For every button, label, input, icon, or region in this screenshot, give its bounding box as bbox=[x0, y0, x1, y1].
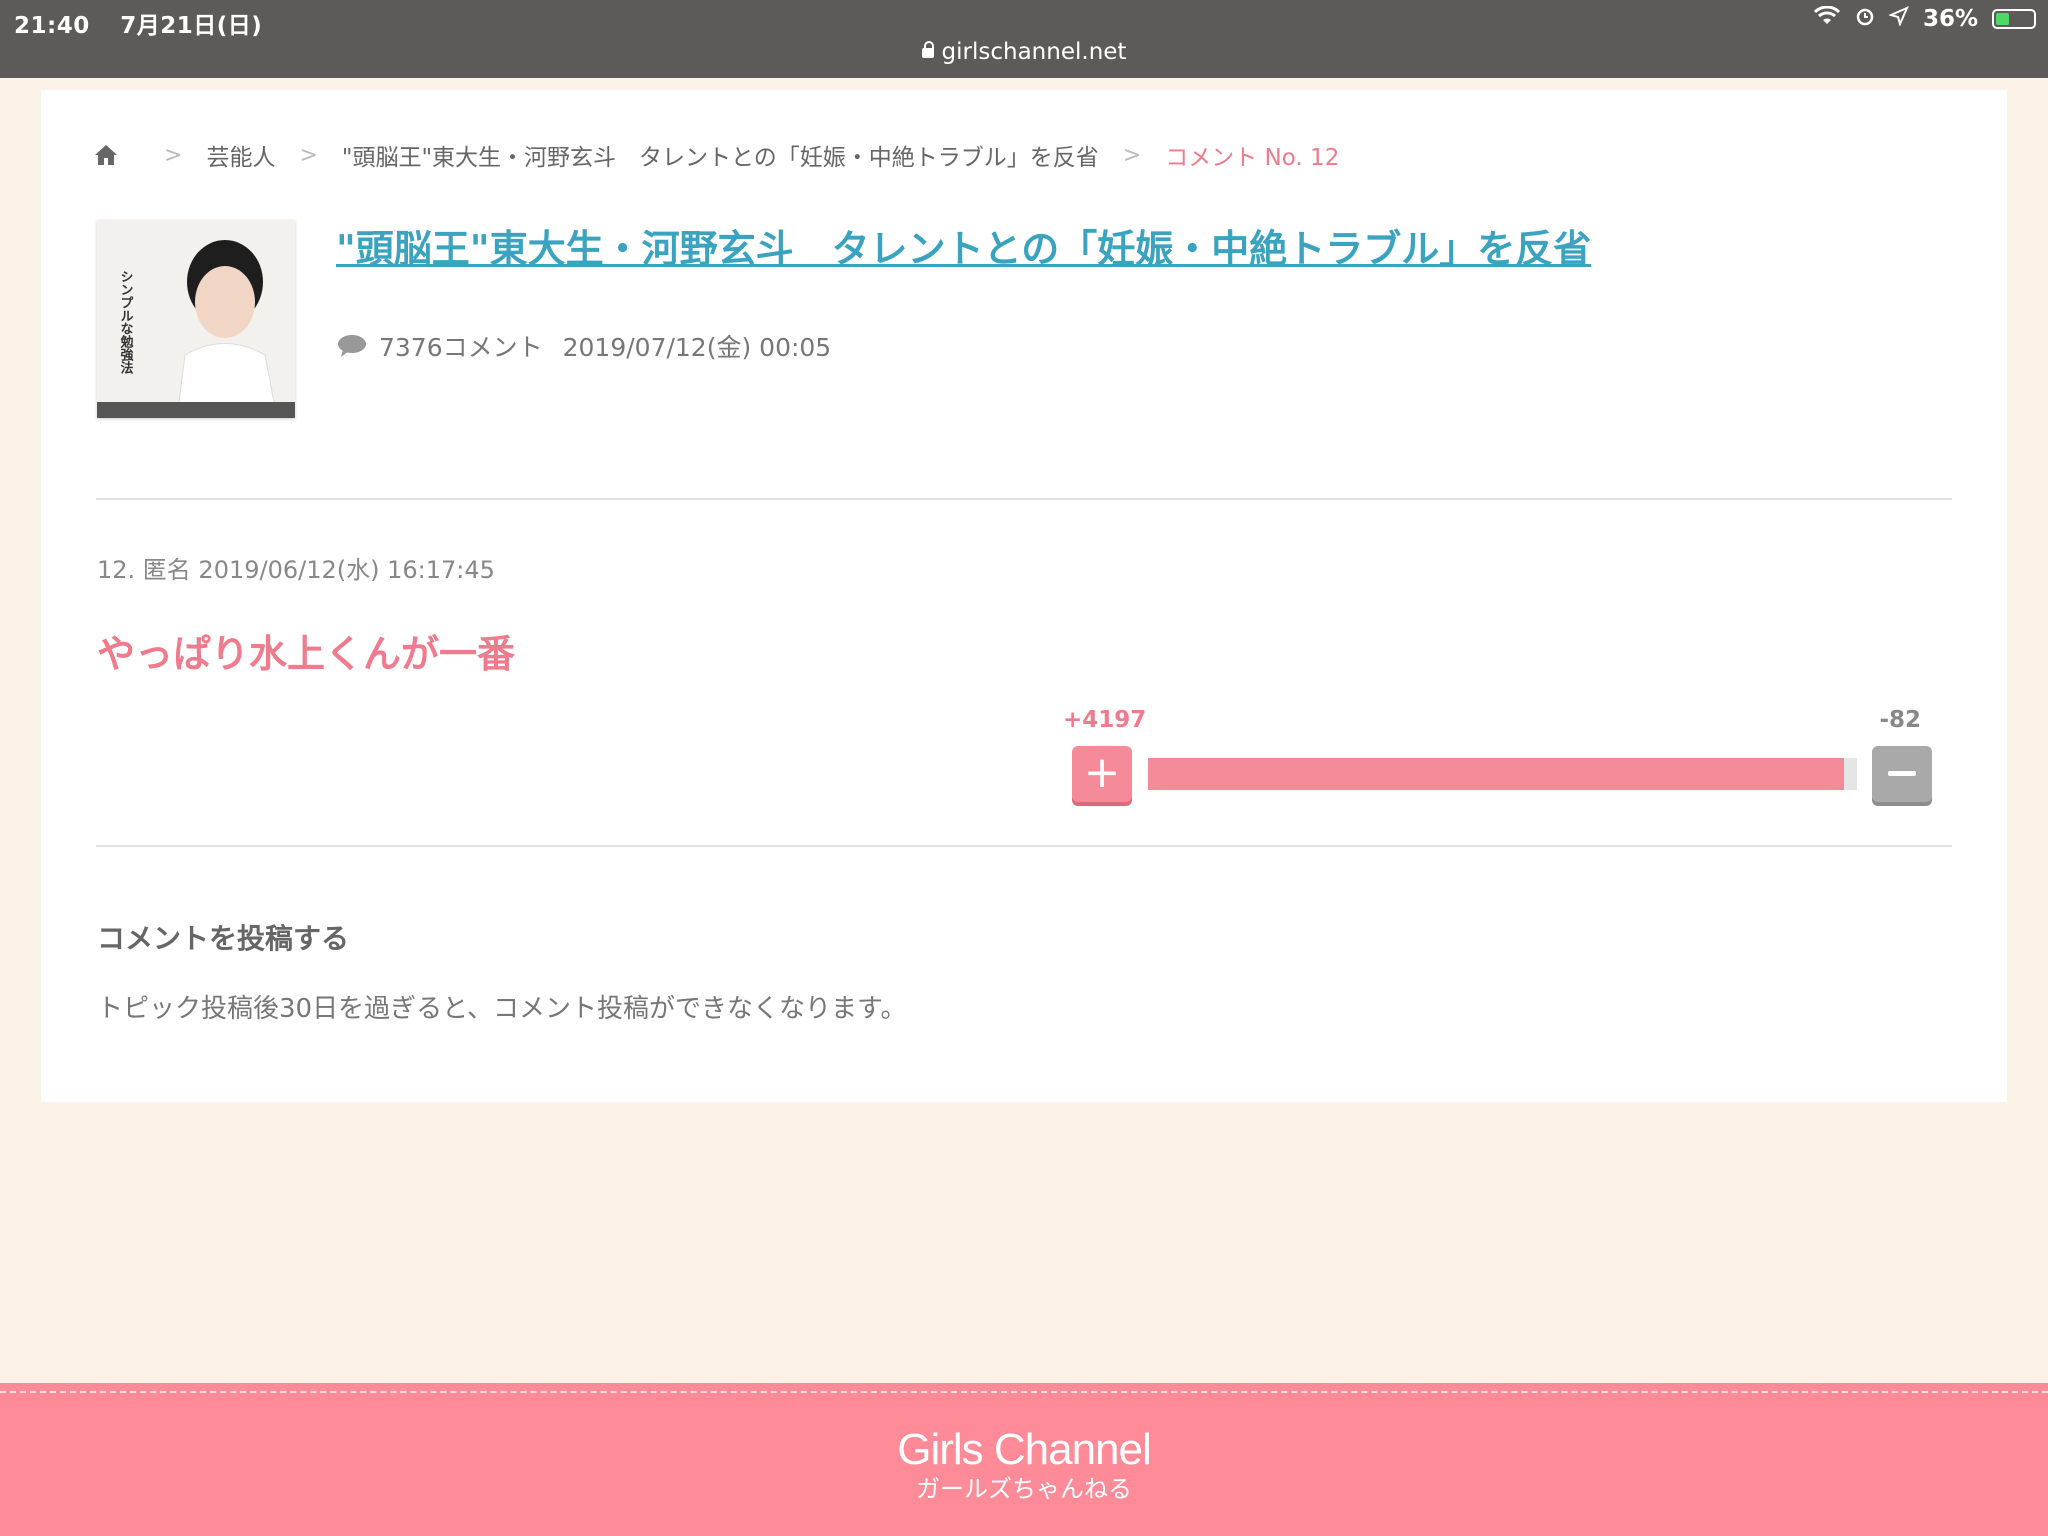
battery-level bbox=[1996, 13, 2009, 25]
breadcrumb-item-topic[interactable]: "頭脳王"東大生・河野玄斗 タレントとの「妊娠・中絶トラブル」を反省 bbox=[342, 138, 1099, 172]
plus-count: +4197 bbox=[1063, 707, 1147, 733]
home-icon[interactable] bbox=[94, 144, 118, 166]
comment-body: やっぱり水上くんが一番 bbox=[97, 632, 516, 676]
topic-comment-count: 7376コメント bbox=[379, 333, 543, 362]
topic-thumbnail[interactable]: シンプルな勉強法 bbox=[97, 220, 295, 418]
footer-logo[interactable]: Girls Channel ガールズちゃんねる bbox=[0, 1425, 2048, 1504]
footer: Girls Channel ガールズちゃんねる bbox=[0, 1383, 2048, 1536]
breadcrumb: > 芸能人 > "頭脳王"東大生・河野玄斗 タレントとの「妊娠・中絶トラブル」を… bbox=[94, 138, 1339, 172]
status-date: 7月21日(日) bbox=[120, 13, 263, 39]
topic-title-link[interactable]: "頭脳王"東大生・河野玄斗 タレントとの「妊娠・中絶トラブル」を反省 bbox=[336, 218, 1591, 273]
vote-ratio-fill bbox=[1148, 758, 1844, 790]
post-comment-heading: コメントを投稿する bbox=[97, 922, 350, 955]
lock-icon bbox=[921, 41, 934, 58]
comment-meta: 12. 匿名 2019/06/12(水) 16:17:45 bbox=[97, 556, 495, 584]
wifi-icon bbox=[1813, 5, 1841, 32]
plus-vote-button[interactable]: + bbox=[1072, 746, 1132, 802]
url-text: girlschannel.net bbox=[941, 39, 1127, 65]
thumbnail-caption: シンプルな勉強法 bbox=[118, 270, 135, 375]
footer-logo-text: Girls Channel bbox=[897, 1425, 1152, 1474]
comment-bubble-icon bbox=[337, 334, 367, 358]
status-bar: 21:40 7月21日(日) 36% girlschannel.net bbox=[0, 0, 2048, 78]
breadcrumb-item-category[interactable]: 芸能人 bbox=[206, 138, 275, 172]
status-time: 21:40 bbox=[14, 13, 90, 39]
status-left: 21:40 7月21日(日) bbox=[14, 6, 284, 40]
breadcrumb-separator: > bbox=[299, 142, 318, 168]
minus-vote-button[interactable] bbox=[1872, 746, 1932, 802]
minus-count: -82 bbox=[1879, 707, 1921, 733]
breadcrumb-separator: > bbox=[1122, 142, 1142, 168]
content-card: > 芸能人 > "頭脳王"東大生・河野玄斗 タレントとの「妊娠・中絶トラブル」を… bbox=[41, 90, 2007, 1102]
alarm-icon bbox=[1855, 6, 1875, 32]
post-comment-note: トピック投稿後30日を過ぎると、コメント投稿ができなくなります。 bbox=[97, 994, 907, 1024]
vote-ratio-bar bbox=[1148, 758, 1857, 790]
status-right: 36% bbox=[1813, 5, 2036, 32]
battery-icon bbox=[1992, 9, 2036, 29]
thumbnail-image: シンプルな勉強法 bbox=[97, 220, 295, 418]
divider bbox=[96, 498, 1952, 500]
footer-logo-subtext: ガールズちゃんねる bbox=[916, 1475, 1132, 1503]
battery-percent: 36% bbox=[1922, 6, 1978, 32]
divider bbox=[96, 845, 1952, 847]
topic-meta: 7376コメント 2019/07/12(金) 00:05 bbox=[337, 328, 831, 364]
location-icon bbox=[1887, 6, 1909, 32]
address-bar[interactable]: girlschannel.net bbox=[0, 39, 2048, 65]
topic-date: 2019/07/12(金) 00:05 bbox=[562, 333, 832, 362]
breadcrumb-current: コメント No. 12 bbox=[1165, 145, 1340, 171]
breadcrumb-separator: > bbox=[164, 142, 183, 168]
